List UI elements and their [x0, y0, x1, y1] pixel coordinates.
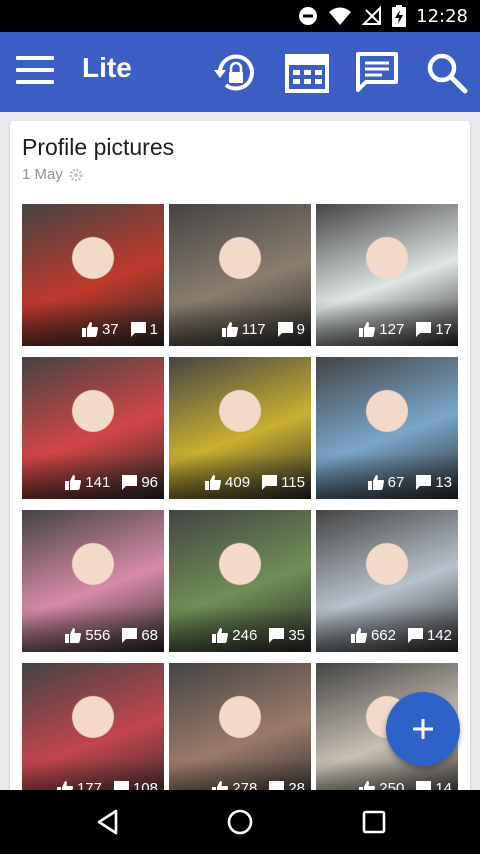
plus-icon [413, 719, 433, 739]
recents-icon[interactable] [360, 808, 388, 836]
like-count: 556 [85, 627, 111, 644]
photo-stats: 556 68 [65, 627, 158, 644]
comment-count: 17 [435, 321, 452, 338]
add-button[interactable] [386, 692, 460, 766]
comment-icon [416, 322, 432, 337]
photo-stats: 67 13 [367, 474, 452, 491]
album-date: 1 May [22, 166, 63, 183]
comment-count: 142 [426, 627, 452, 644]
album-title[interactable]: Profile pictures [22, 134, 174, 161]
do-not-disturb-icon [299, 7, 318, 25]
comment-icon [416, 475, 432, 490]
photo-tile[interactable]: 117 9 [169, 204, 311, 346]
photo-tile[interactable]: 409 115 [169, 357, 311, 499]
comment-count: 1 [149, 321, 158, 338]
like-icon [212, 628, 229, 643]
status-time: 12:28 [416, 5, 468, 27]
comment-count: 35 [288, 627, 305, 644]
comment-count: 68 [141, 627, 158, 644]
status-bar: 12:28 [0, 0, 480, 32]
comment-icon [122, 475, 138, 490]
like-count: 662 [370, 627, 396, 644]
photo-stats: 117 9 [221, 321, 305, 338]
home-icon[interactable] [226, 808, 254, 836]
photo-tile[interactable]: 662 142 [316, 510, 458, 652]
app-title: Lite [82, 52, 132, 83]
photo-stats: 127 17 [359, 321, 452, 338]
like-count: 117 [241, 321, 266, 338]
like-icon [221, 322, 238, 337]
like-count: 37 [101, 321, 119, 338]
photo-stats: 141 96 [65, 474, 158, 491]
like-count: 409 [225, 474, 251, 491]
like-icon [367, 475, 384, 490]
like-count: 141 [85, 474, 111, 491]
like-icon [205, 475, 222, 490]
like-icon [65, 475, 82, 490]
app-bar: Lite [0, 32, 480, 112]
photo-tile[interactable]: 67 13 [316, 357, 458, 499]
comment-icon [262, 475, 278, 490]
history-lock-icon[interactable] [212, 50, 258, 96]
photo-tile[interactable]: 141 96 [22, 357, 164, 499]
like-icon [350, 628, 367, 643]
messages-icon[interactable] [354, 50, 400, 96]
search-icon[interactable] [424, 50, 470, 96]
photo-stats: 246 35 [212, 627, 305, 644]
comment-count: 9 [296, 321, 305, 338]
back-icon[interactable] [94, 808, 122, 836]
comment-icon [122, 628, 138, 643]
comment-count: 115 [281, 474, 305, 491]
photo-tile[interactable]: 37 1 [22, 204, 164, 346]
wifi-icon [329, 7, 352, 25]
like-count: 246 [232, 627, 258, 644]
photo-stats: 37 1 [81, 321, 158, 338]
like-count: 127 [379, 321, 405, 338]
like-count: 67 [387, 474, 405, 491]
comment-count: 13 [435, 474, 452, 491]
album-date-row: 1 May [22, 166, 83, 183]
menu-icon[interactable] [16, 56, 54, 88]
comment-icon [407, 628, 423, 643]
comment-count: 96 [141, 474, 158, 491]
navigation-bar [0, 790, 480, 854]
photo-tile[interactable]: 278 28 [169, 663, 311, 805]
calendar-icon[interactable] [284, 50, 330, 96]
comment-icon [277, 322, 293, 337]
photo-tile[interactable]: 177 108 [22, 663, 164, 805]
photo-tile[interactable]: 556 68 [22, 510, 164, 652]
photo-tile[interactable]: 127 17 [316, 204, 458, 346]
battery-charging-icon [392, 5, 407, 27]
gear-icon [69, 168, 83, 181]
no-signal-icon [362, 6, 382, 25]
comment-icon [269, 628, 285, 643]
photo-stats: 409 115 [205, 474, 305, 491]
like-icon [359, 322, 376, 337]
photo-tile[interactable]: 246 35 [169, 510, 311, 652]
photo-stats: 662 142 [350, 627, 452, 644]
like-icon [81, 322, 98, 337]
like-icon [65, 628, 82, 643]
comment-icon [130, 322, 146, 337]
